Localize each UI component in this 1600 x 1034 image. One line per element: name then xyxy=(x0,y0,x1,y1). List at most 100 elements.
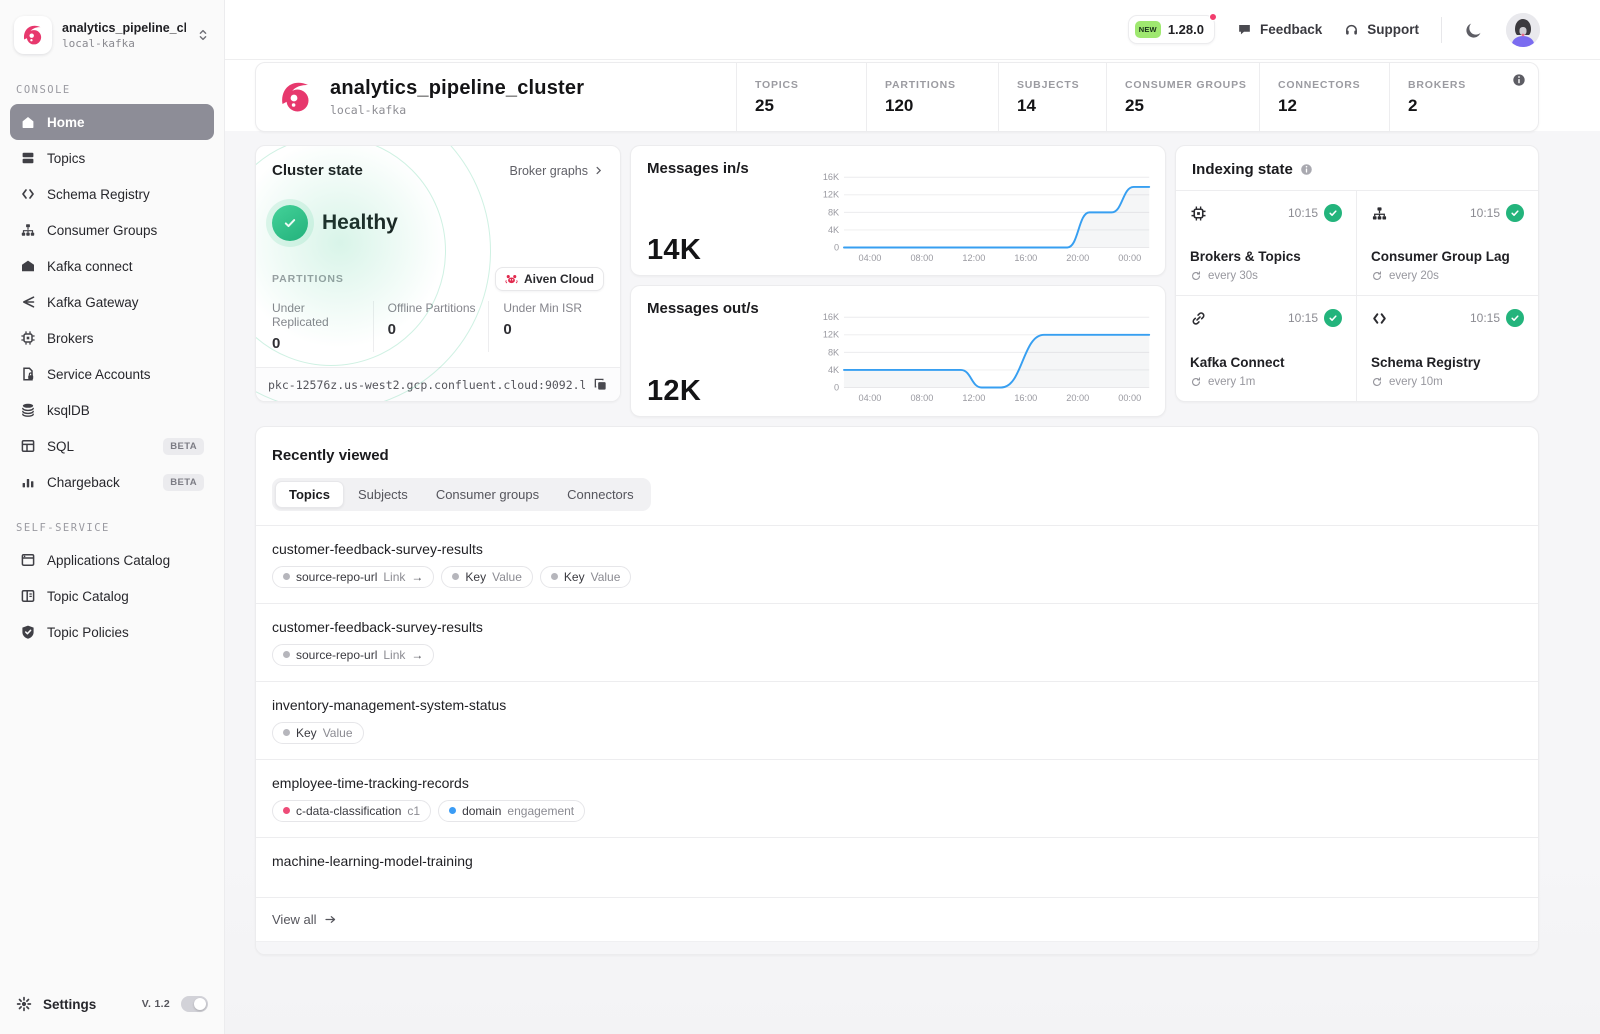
support-button[interactable]: Support xyxy=(1344,22,1419,37)
index-time: 10:15 xyxy=(1287,206,1318,220)
tab-consumer-groups[interactable]: Consumer groups xyxy=(422,481,553,508)
user-avatar[interactable] xyxy=(1506,12,1540,47)
topic-row[interactable]: customer-feedback-survey-results source-… xyxy=(256,524,1538,603)
cluster-header-card: analytics_pipeline_cluster local-kafka T… xyxy=(255,62,1539,132)
indexing-cell-consumer-group-lag[interactable]: 10:15 Consumer Group Lag every 20s xyxy=(1357,191,1538,296)
provider-badge: Aiven Cloud xyxy=(494,267,604,291)
tag-pill: source-repo-url Link → xyxy=(272,643,435,666)
metric-label: Offline Partitions xyxy=(387,301,476,315)
version-badge[interactable]: NEW 1.28.0 xyxy=(1127,13,1217,44)
aiven-crab-icon xyxy=(505,274,518,283)
sidebar-item-label: Topics xyxy=(47,150,86,166)
sidebar-item-sql[interactable]: SQL BETA xyxy=(10,428,214,464)
topic-catalog-icon xyxy=(21,590,35,602)
header-info-icon[interactable] xyxy=(1512,73,1526,87)
sidebar-item-consumer-groups[interactable]: Consumer Groups xyxy=(10,212,214,248)
settings-button[interactable]: Settings xyxy=(43,997,131,1012)
sidebar-item-ksqldb[interactable]: ksqlDB xyxy=(10,392,214,428)
tag-value: Value xyxy=(590,569,621,584)
sidebar-item-service-accounts[interactable]: Service Accounts xyxy=(10,356,214,392)
sidebar-item-topic-policies[interactable]: Topic Policies xyxy=(10,614,214,650)
stat-value: 2 xyxy=(1408,95,1418,115)
tab-connectors[interactable]: Connectors xyxy=(553,481,647,508)
sidebar-item-brokers[interactable]: Brokers xyxy=(10,320,214,356)
topic-name: employee-time-tracking-records xyxy=(272,774,469,791)
indexing-cell-schema-registry[interactable]: 10:15 Schema Registry every 10m xyxy=(1357,296,1538,401)
bootstrap-url-bar: pkc-12576z.us-west2.gcp.confluent.cloud:… xyxy=(256,367,620,401)
tag-key: Key xyxy=(296,725,317,740)
index-interval: every 20s xyxy=(1389,270,1439,282)
cluster-logo-icon xyxy=(282,82,309,112)
version-label: V. 1.2 xyxy=(141,998,170,1010)
sidebar-item-label: Brokers xyxy=(47,330,94,346)
index-title: Kafka Connect xyxy=(1190,355,1285,370)
svg-text:12:00: 12:00 xyxy=(962,393,985,403)
chevron-right-icon xyxy=(596,166,602,175)
svg-text:08:00: 08:00 xyxy=(910,393,933,403)
section-label: SELF-SERVICE xyxy=(16,522,110,534)
tab-subjects[interactable]: Subjects xyxy=(344,481,422,508)
sidebar-item-schema-registry[interactable]: Schema Registry xyxy=(10,176,214,212)
sidebar-item-kafka-connect[interactable]: Kafka connect xyxy=(10,248,214,284)
svg-text:20:00: 20:00 xyxy=(1066,253,1089,263)
topic-row[interactable]: employee-time-tracking-records c-data-cl… xyxy=(256,758,1538,837)
sidebar: analytics_pipeline_cl… local-kafka CONSO… xyxy=(0,0,225,1034)
sidebar-item-label: Chargeback xyxy=(47,474,120,490)
theme-toggle[interactable] xyxy=(181,996,208,1012)
partition-metric: Under Replicated 0 xyxy=(272,301,373,352)
sidebar-footer: Settings V. 1.2 xyxy=(0,982,224,1034)
sidebar-item-topics[interactable]: Topics xyxy=(10,140,214,176)
partitions-label: PARTITIONS xyxy=(272,273,344,285)
indexing-cell-brokers-topics[interactable]: 10:15 Brokers & Topics every 30s xyxy=(1176,191,1357,296)
index-time: 10:15 xyxy=(1469,311,1500,325)
kafka-connect-icon xyxy=(22,260,34,272)
svg-text:00:00: 00:00 xyxy=(1118,393,1141,403)
cluster-state-title: Cluster state xyxy=(272,162,363,179)
view-all-link[interactable]: View all xyxy=(256,896,1538,941)
broker-graphs-link[interactable]: Broker graphs xyxy=(509,164,604,178)
sidebar-item-home[interactable]: Home xyxy=(10,104,214,140)
topic-tags: c-data-classification c1 domain engageme… xyxy=(272,799,1522,822)
topic-row[interactable]: machine-learning-model-training xyxy=(256,836,1538,897)
stat-label: BROKERS xyxy=(1408,78,1467,91)
tag-dot xyxy=(283,651,290,659)
svg-text:00:00: 00:00 xyxy=(1118,253,1141,263)
sidebar-item-label: Applications Catalog xyxy=(47,552,171,568)
sidebar-item-label: ksqlDB xyxy=(47,402,90,418)
refresh-icon xyxy=(1192,377,1201,386)
chart-card-messages-in-s: Messages in/s 14K 0 4K 8K 12K 16K 04:00 08:00 1… xyxy=(630,145,1166,277)
topic-row[interactable]: inventory-management-system-status Key V… xyxy=(256,680,1538,759)
indexing-cell-kafka-connect[interactable]: 10:15 Kafka Connect every 1m xyxy=(1176,296,1357,401)
moon-icon[interactable] xyxy=(1464,20,1484,40)
info-icon[interactable] xyxy=(1300,163,1313,176)
sidebar-item-topic-catalog[interactable]: Topic Catalog xyxy=(10,578,214,614)
indexing-state-title: Indexing state xyxy=(1192,161,1293,178)
cluster-subtitle: local-kafka xyxy=(330,103,407,117)
metric-value: 0 xyxy=(272,335,281,352)
tab-topics[interactable]: Topics xyxy=(275,480,344,508)
copy-icon[interactable] xyxy=(593,377,608,392)
cluster-identity: analytics_pipeline_cluster local-kafka xyxy=(256,63,736,131)
svg-text:12K: 12K xyxy=(823,330,839,340)
recently-viewed-tabs: Topics Subjects Consumer groups Connectors xyxy=(272,477,651,511)
link-icon xyxy=(1192,311,1205,325)
sidebar-item-applications-catalog[interactable]: Applications Catalog xyxy=(10,542,214,578)
workspace-switcher[interactable]: analytics_pipeline_cl… local-kafka xyxy=(0,0,224,62)
cluster-stat-brokers: BROKERS 2 xyxy=(1389,63,1509,131)
chart-current-value: 14K xyxy=(647,234,702,267)
avatar-illustration xyxy=(1506,12,1540,47)
feedback-button[interactable]: Feedback xyxy=(1237,22,1322,37)
recently-viewed-card: Recently viewed Topics Subjects Consumer g… xyxy=(255,425,1539,955)
line-chart: 0 4K 8K 12K 16K 04:00 08:00 12:00 16:00 20:00 00:0… xyxy=(823,313,1151,403)
sidebar-item-chargeback[interactable]: Chargeback BETA xyxy=(10,464,214,500)
sidebar-section: SELF-SERVICE Applications Catalog Topic Ca… xyxy=(0,500,224,650)
svg-text:04:00: 04:00 xyxy=(858,253,881,263)
stat-label: TOPICS xyxy=(755,78,799,91)
topic-row[interactable]: customer-feedback-survey-results source-… xyxy=(256,602,1538,681)
topic-tags: Key Value xyxy=(272,721,1522,744)
index-interval: every 1m xyxy=(1208,376,1256,388)
sidebar-item-kafka-gateway[interactable]: Kafka Gateway xyxy=(10,284,214,320)
refresh-icon xyxy=(1192,271,1201,280)
brokers-icon xyxy=(21,331,35,345)
svg-text:0: 0 xyxy=(834,383,839,393)
